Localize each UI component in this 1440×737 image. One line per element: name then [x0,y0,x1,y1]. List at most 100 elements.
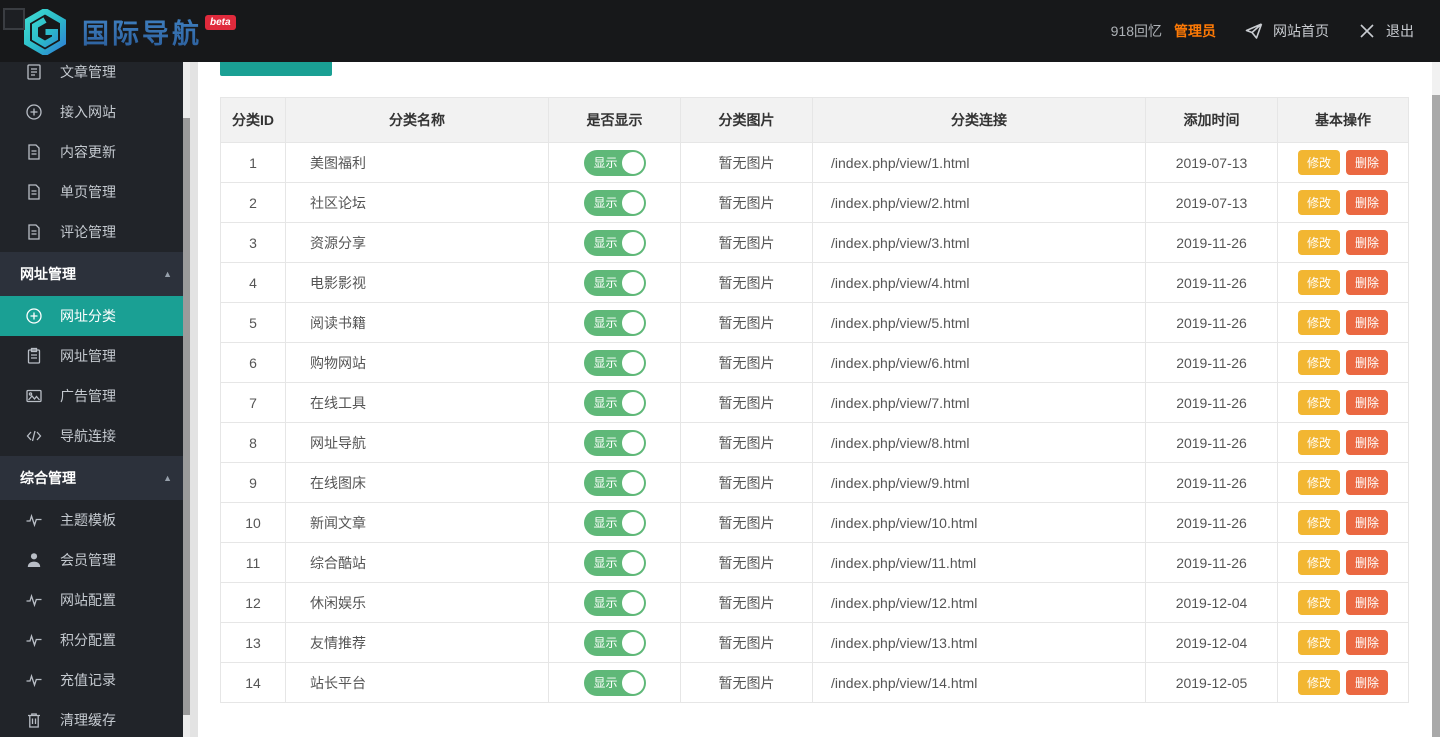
sidebar-item-label: 充值记录 [60,672,116,688]
toggle-knob [621,471,644,494]
sidebar-section-header[interactable]: 网址管理 ▲ [0,252,190,296]
display-toggle[interactable]: 显示 [583,509,646,536]
sidebar-item[interactable]: 充值记录 [0,660,190,700]
display-toggle-cell: 显示 [548,182,681,223]
delete-button[interactable]: 删除 [1346,350,1389,375]
delete-button[interactable]: 删除 [1346,190,1389,215]
sidebar-item[interactable]: 导航连接 [0,416,190,456]
nav-home-link[interactable]: 网站首页 [1244,21,1329,41]
edit-button[interactable]: 修改 [1297,550,1340,575]
sidebar-item[interactable]: 单页管理 [0,172,190,212]
nav-role[interactable]: 管理员 [1174,21,1216,41]
brand-logo-icon [24,9,66,55]
sidebar-item[interactable]: 网址分类 [0,296,190,336]
delete-button[interactable]: 删除 [1346,430,1389,455]
nav-username[interactable]: 918回忆 [1111,21,1162,41]
nav-logout-link[interactable]: 退出 [1357,21,1414,41]
display-toggle[interactable]: 显示 [583,549,646,576]
sidebar-scrollbar[interactable] [183,62,190,737]
sidebar-item-label: 网站配置 [60,592,116,608]
display-toggle[interactable]: 显示 [583,309,646,336]
edit-button[interactable]: 修改 [1297,230,1340,255]
category-image-cell: 暂无图片 [680,342,813,383]
sidebar-item[interactable]: 网址管理 [0,336,190,376]
category-name-cell: 综合酷站 [285,542,549,583]
category-name-cell: 网址导航 [285,422,549,463]
display-toggle[interactable]: 显示 [583,189,646,216]
delete-button[interactable]: 删除 [1346,230,1389,255]
content-left-strip [190,62,198,737]
display-toggle[interactable]: 显示 [583,349,646,376]
edit-button[interactable]: 修改 [1297,430,1340,455]
edit-button[interactable]: 修改 [1297,470,1340,495]
sidebar-item[interactable]: 评论管理 [0,212,190,252]
edit-button[interactable]: 修改 [1297,270,1340,295]
edit-button[interactable]: 修改 [1297,390,1340,415]
delete-button[interactable]: 删除 [1346,510,1389,535]
window-scrollbar[interactable] [1432,62,1440,737]
sidebar-scrollbar-thumb[interactable] [183,118,190,715]
sidebar-section-header[interactable]: 综合管理 ▲ [0,456,190,500]
category-id-cell: 2 [220,182,286,223]
window-scrollbar-thumb[interactable] [1432,95,1440,737]
toggle-label: 显示 [593,396,618,410]
delete-button[interactable]: 删除 [1346,670,1389,695]
sidebar-item[interactable]: 积分配置 [0,620,190,660]
display-toggle[interactable]: 显示 [583,469,646,496]
category-url-cell: /index.php/view/7.html [812,382,1146,423]
delete-button[interactable]: 删除 [1346,470,1389,495]
edit-button[interactable]: 修改 [1297,350,1340,375]
table-row: 3 资源分享 显示 暂无图片/index.php/view/3.html 2019-11… [220,222,1409,263]
actions-cell: 修改 删除 [1277,502,1409,543]
display-toggle[interactable]: 显示 [583,149,646,176]
edit-button[interactable]: 修改 [1297,630,1340,655]
sidebar-item-label: 网址分类 [60,308,116,324]
sidebar-item[interactable]: 主题模板 [0,500,190,540]
sidebar-item[interactable]: 网站配置 [0,580,190,620]
display-toggle[interactable]: 显示 [583,229,646,256]
sidebar-item[interactable]: 广告管理 [0,376,190,416]
image-icon [25,387,43,405]
delete-button[interactable]: 删除 [1346,550,1389,575]
chevron-up-icon: ▲ [163,473,172,483]
delete-button[interactable]: 删除 [1346,310,1389,335]
delete-button[interactable]: 删除 [1346,630,1389,655]
column-header: 分类ID [220,97,286,143]
delete-button[interactable]: 删除 [1346,590,1389,615]
edit-button[interactable]: 修改 [1297,510,1340,535]
category-name-cell: 在线图床 [285,462,549,503]
display-toggle[interactable]: 显示 [583,269,646,296]
category-id-cell: 1 [220,142,286,183]
delete-button[interactable]: 删除 [1346,390,1389,415]
display-toggle[interactable]: 显示 [583,429,646,456]
delete-button[interactable]: 删除 [1346,150,1389,175]
sidebar-item[interactable]: 接入网站 [0,92,190,132]
sidebar-item[interactable]: 会员管理 [0,540,190,580]
category-id-cell: 13 [220,622,286,663]
sidebar-item[interactable]: 清理缓存 [0,700,190,737]
corner-menu-icon[interactable] [3,8,25,30]
category-url-cell: /index.php/view/4.html [812,262,1146,303]
display-toggle[interactable]: 显示 [583,589,646,616]
sidebar-item[interactable]: 文章管理 [0,62,190,92]
category-id-cell: 10 [220,502,286,543]
sidebar-item[interactable]: 内容更新 [0,132,190,172]
column-header: 分类图片 [680,97,813,143]
category-id-cell: 12 [220,582,286,623]
display-toggle[interactable]: 显示 [583,389,646,416]
article-icon [25,63,43,81]
edit-button[interactable]: 修改 [1297,190,1340,215]
toggle-label: 显示 [593,196,618,210]
edit-button[interactable]: 修改 [1297,310,1340,335]
date-cell: 2019-12-05 [1145,662,1278,703]
display-toggle[interactable]: 显示 [583,629,646,656]
pulse-icon [25,631,43,649]
edit-button[interactable]: 修改 [1297,150,1340,175]
edit-button[interactable]: 修改 [1297,670,1340,695]
edit-button[interactable]: 修改 [1297,590,1340,615]
display-toggle[interactable]: 显示 [583,669,646,696]
sidebar-item-label: 网址管理 [60,348,116,364]
delete-button[interactable]: 删除 [1346,270,1389,295]
category-url-cell: /index.php/view/5.html [812,302,1146,343]
category-url-cell: /index.php/view/2.html [812,182,1146,223]
